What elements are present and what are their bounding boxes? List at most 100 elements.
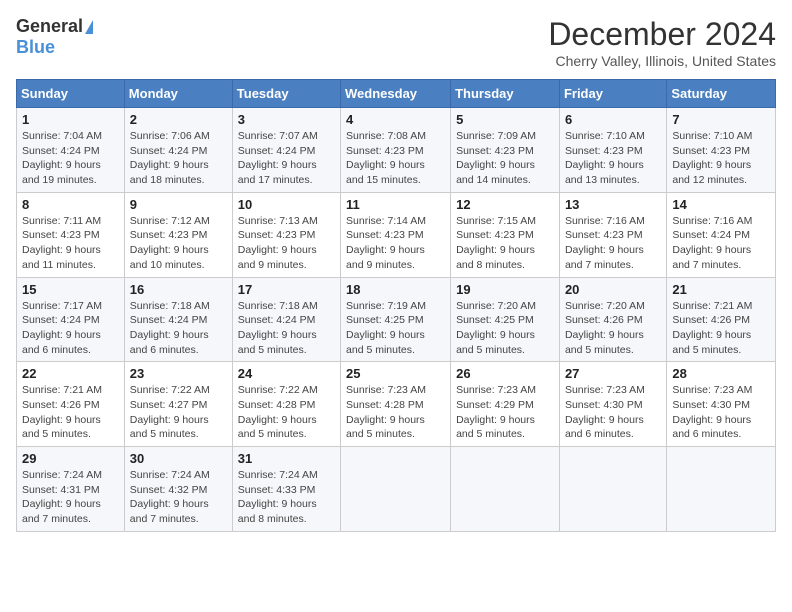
title-area: December 2024 Cherry Valley, Illinois, U… (548, 16, 776, 69)
day-detail: Sunrise: 7:23 AMSunset: 4:30 PMDaylight:… (672, 383, 770, 442)
day-detail: Sunrise: 7:21 AMSunset: 4:26 PMDaylight:… (22, 383, 119, 442)
calendar-cell: 11 Sunrise: 7:14 AMSunset: 4:23 PMDayligh… (341, 192, 451, 277)
calendar-week-3: 15Sunrise: 7:17 AMSunset: 4:24 PMDayligh… (17, 277, 776, 362)
day-detail: Sunrise: 7:24 AMSunset: 4:33 PMDaylight:… (238, 468, 335, 527)
calendar-cell: 7 Sunrise: 7:10 AMSunset: 4:23 PMDaylight… (667, 108, 776, 193)
weekday-header-saturday: Saturday (667, 80, 776, 108)
day-detail: Sunrise: 7:18 AMSunset: 4:24 PMDaylight:… (130, 299, 227, 358)
calendar-cell: 19Sunrise: 7:20 AMSunset: 4:25 PMDayligh… (451, 277, 560, 362)
day-number: 27 (565, 366, 661, 381)
day-detail: Sunrise: 7:23 AMSunset: 4:30 PMDaylight:… (565, 383, 661, 442)
logo-general-text: General (16, 16, 83, 37)
day-number: 6 (565, 112, 661, 127)
logo-blue-text: Blue (16, 37, 55, 58)
calendar-cell: 24 Sunrise: 7:22 AMSunset: 4:28 PMDayligh… (232, 362, 340, 447)
calendar-cell: 23Sunrise: 7:22 AMSunset: 4:27 PMDayligh… (124, 362, 232, 447)
day-detail: Sunrise: 7:09 AMSunset: 4:23 PMDaylight:… (456, 129, 554, 188)
calendar-cell: 18Sunrise: 7:19 AMSunset: 4:25 PMDayligh… (341, 277, 451, 362)
day-number: 23 (130, 366, 227, 381)
day-number: 14 (672, 197, 770, 212)
day-number: 16 (130, 282, 227, 297)
day-number: 2 (130, 112, 227, 127)
calendar-body: 1 Sunrise: 7:04 AMSunset: 4:24 PMDaylight… (17, 108, 776, 532)
header: General Blue December 2024 Cherry Valley… (16, 16, 776, 69)
day-number: 1 (22, 112, 119, 127)
day-number: 7 (672, 112, 770, 127)
calendar-cell: 21 Sunrise: 7:21 AMSunset: 4:26 PMDayligh… (667, 277, 776, 362)
calendar-cell: 5 Sunrise: 7:09 AMSunset: 4:23 PMDaylight… (451, 108, 560, 193)
calendar-cell: 3 Sunrise: 7:07 AMSunset: 4:24 PMDaylight… (232, 108, 340, 193)
day-detail: Sunrise: 7:07 AMSunset: 4:24 PMDaylight:… (238, 129, 335, 188)
calendar-cell: 29 Sunrise: 7:24 AMSunset: 4:31 PMDayligh… (17, 447, 125, 532)
weekday-header-tuesday: Tuesday (232, 80, 340, 108)
calendar-cell: 28 Sunrise: 7:23 AMSunset: 4:30 PMDayligh… (667, 362, 776, 447)
day-detail: Sunrise: 7:16 AMSunset: 4:23 PMDaylight:… (565, 214, 661, 273)
calendar-week-4: 22 Sunrise: 7:21 AMSunset: 4:26 PMDayligh… (17, 362, 776, 447)
weekday-header-friday: Friday (559, 80, 666, 108)
day-number: 30 (130, 451, 227, 466)
calendar-cell: 27 Sunrise: 7:23 AMSunset: 4:30 PMDayligh… (559, 362, 666, 447)
calendar-cell: 10 Sunrise: 7:13 AMSunset: 4:23 PMDayligh… (232, 192, 340, 277)
day-number: 4 (346, 112, 445, 127)
calendar-cell (559, 447, 666, 532)
day-number: 21 (672, 282, 770, 297)
weekday-header-thursday: Thursday (451, 80, 560, 108)
day-number: 25 (346, 366, 445, 381)
calendar-cell (667, 447, 776, 532)
day-detail: Sunrise: 7:22 AMSunset: 4:28 PMDaylight:… (238, 383, 335, 442)
calendar-cell: 2 Sunrise: 7:06 AMSunset: 4:24 PMDaylight… (124, 108, 232, 193)
day-detail: Sunrise: 7:19 AMSunset: 4:25 PMDaylight:… (346, 299, 445, 358)
calendar-cell (341, 447, 451, 532)
weekday-header-monday: Monday (124, 80, 232, 108)
calendar-cell: 9Sunrise: 7:12 AMSunset: 4:23 PMDaylight… (124, 192, 232, 277)
day-number: 28 (672, 366, 770, 381)
day-detail: Sunrise: 7:20 AMSunset: 4:25 PMDaylight:… (456, 299, 554, 358)
day-detail: Sunrise: 7:12 AMSunset: 4:23 PMDaylight:… (130, 214, 227, 273)
calendar-cell (451, 447, 560, 532)
calendar-cell: 15Sunrise: 7:17 AMSunset: 4:24 PMDayligh… (17, 277, 125, 362)
day-number: 20 (565, 282, 661, 297)
day-number: 10 (238, 197, 335, 212)
calendar-table: SundayMondayTuesdayWednesdayThursdayFrid… (16, 79, 776, 532)
day-number: 24 (238, 366, 335, 381)
day-number: 17 (238, 282, 335, 297)
day-detail: Sunrise: 7:23 AMSunset: 4:28 PMDaylight:… (346, 383, 445, 442)
calendar-cell: 8Sunrise: 7:11 AMSunset: 4:23 PMDaylight… (17, 192, 125, 277)
weekday-header-sunday: Sunday (17, 80, 125, 108)
day-detail: Sunrise: 7:14 AMSunset: 4:23 PMDaylight:… (346, 214, 445, 273)
day-number: 5 (456, 112, 554, 127)
day-number: 11 (346, 197, 445, 212)
day-number: 15 (22, 282, 119, 297)
day-number: 29 (22, 451, 119, 466)
day-detail: Sunrise: 7:10 AMSunset: 4:23 PMDaylight:… (672, 129, 770, 188)
calendar-cell: 20 Sunrise: 7:20 AMSunset: 4:26 PMDayligh… (559, 277, 666, 362)
calendar-cell: 4 Sunrise: 7:08 AMSunset: 4:23 PMDaylight… (341, 108, 451, 193)
day-detail: Sunrise: 7:04 AMSunset: 4:24 PMDaylight:… (22, 129, 119, 188)
day-detail: Sunrise: 7:24 AMSunset: 4:31 PMDaylight:… (22, 468, 119, 527)
logo: General Blue (16, 16, 93, 58)
day-detail: Sunrise: 7:06 AMSunset: 4:24 PMDaylight:… (130, 129, 227, 188)
calendar-cell: 12 Sunrise: 7:15 AMSunset: 4:23 PMDayligh… (451, 192, 560, 277)
day-detail: Sunrise: 7:15 AMSunset: 4:23 PMDaylight:… (456, 214, 554, 273)
day-number: 26 (456, 366, 554, 381)
calendar-week-5: 29 Sunrise: 7:24 AMSunset: 4:31 PMDayligh… (17, 447, 776, 532)
day-number: 22 (22, 366, 119, 381)
day-detail: Sunrise: 7:23 AMSunset: 4:29 PMDaylight:… (456, 383, 554, 442)
calendar-week-1: 1 Sunrise: 7:04 AMSunset: 4:24 PMDaylight… (17, 108, 776, 193)
calendar-cell: 16 Sunrise: 7:18 AMSunset: 4:24 PMDayligh… (124, 277, 232, 362)
calendar-cell: 6 Sunrise: 7:10 AMSunset: 4:23 PMDaylight… (559, 108, 666, 193)
day-detail: Sunrise: 7:21 AMSunset: 4:26 PMDaylight:… (672, 299, 770, 358)
day-detail: Sunrise: 7:10 AMSunset: 4:23 PMDaylight:… (565, 129, 661, 188)
calendar-cell: 14Sunrise: 7:16 AMSunset: 4:24 PMDayligh… (667, 192, 776, 277)
day-detail: Sunrise: 7:24 AMSunset: 4:32 PMDaylight:… (130, 468, 227, 527)
day-number: 3 (238, 112, 335, 127)
day-number: 13 (565, 197, 661, 212)
logo-triangle-icon (85, 20, 93, 34)
day-detail: Sunrise: 7:20 AMSunset: 4:26 PMDaylight:… (565, 299, 661, 358)
day-detail: Sunrise: 7:11 AMSunset: 4:23 PMDaylight:… (22, 214, 119, 273)
day-number: 12 (456, 197, 554, 212)
day-detail: Sunrise: 7:13 AMSunset: 4:23 PMDaylight:… (238, 214, 335, 273)
calendar-cell: 13 Sunrise: 7:16 AMSunset: 4:23 PMDayligh… (559, 192, 666, 277)
day-number: 31 (238, 451, 335, 466)
day-detail: Sunrise: 7:08 AMSunset: 4:23 PMDaylight:… (346, 129, 445, 188)
